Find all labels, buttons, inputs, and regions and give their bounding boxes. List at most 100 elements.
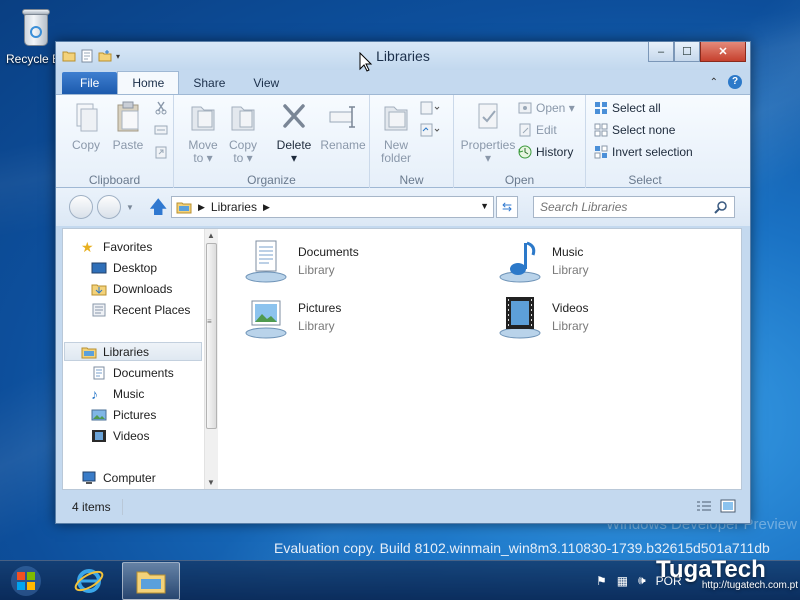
pictures-icon xyxy=(91,409,107,420)
title-bar[interactable]: ▾ Libraries – ☐ ✕ xyxy=(56,42,750,70)
copy-path-icon[interactable] xyxy=(154,123,168,137)
file-explorer-icon xyxy=(136,571,166,594)
nav-scrollbar[interactable]: ▲ ≡ ▼ xyxy=(204,229,218,489)
item-count: 4 items xyxy=(72,500,111,514)
pictures-library-icon xyxy=(245,300,287,339)
back-button[interactable] xyxy=(69,195,93,219)
select-all-icon xyxy=(595,102,607,114)
watermark-build: Evaluation copy. Build 8102.winmain_win8… xyxy=(274,540,770,556)
history-button[interactable]: History xyxy=(518,145,573,159)
tab-file[interactable]: File xyxy=(62,72,118,94)
group-label-clipboard: Clipboard xyxy=(88,173,141,187)
search-box[interactable] xyxy=(533,196,735,218)
nav-documents[interactable]: Documents xyxy=(91,363,174,382)
address-dropdown-icon[interactable]: ▼ xyxy=(480,201,489,211)
breadcrumb-libraries[interactable]: Libraries xyxy=(211,200,257,214)
paste-shortcut-icon[interactable] xyxy=(154,145,168,159)
edit-icon xyxy=(519,123,531,137)
new-item-icon[interactable] xyxy=(420,101,440,115)
new-folder-button[interactable]: New folder xyxy=(376,101,416,165)
taskbar-file-explorer[interactable] xyxy=(122,562,180,600)
documents-library-icon xyxy=(245,240,287,283)
taskbar-internet-explorer[interactable] xyxy=(60,562,118,600)
mouse-cursor-icon xyxy=(359,52,373,72)
refresh-button[interactable]: ⇆ xyxy=(496,196,518,218)
start-button[interactable] xyxy=(6,563,46,599)
flag-icon[interactable]: ⚑ xyxy=(596,574,607,588)
group-clipboard: Copy Paste Clipboard xyxy=(56,95,174,189)
copy-to-button[interactable]: Copy to ▾ xyxy=(223,101,263,165)
minimize-ribbon-icon[interactable]: ⌃ xyxy=(710,77,718,88)
nav-desktop[interactable]: Desktop xyxy=(91,258,157,277)
internet-explorer-icon xyxy=(74,569,104,593)
easy-access-icon[interactable] xyxy=(420,123,440,137)
downloads-icon xyxy=(91,284,107,295)
copy-icon xyxy=(76,103,98,132)
volume-icon[interactable]: 🕪 xyxy=(638,573,646,588)
search-input[interactable] xyxy=(534,197,704,217)
address-bar[interactable]: ▶ Libraries ▶ ▼ xyxy=(171,196,494,218)
edit-button[interactable]: Edit xyxy=(518,123,557,137)
invert-selection-button[interactable]: Invert selection xyxy=(594,145,693,159)
nav-libraries[interactable]: Libraries xyxy=(64,342,202,361)
nav-music[interactable]: ♪ Music xyxy=(91,384,144,403)
nav-pictures[interactable]: Pictures xyxy=(91,405,156,424)
tab-view[interactable]: View xyxy=(239,72,293,94)
videos-library-icon xyxy=(499,297,541,339)
library-music[interactable]: Music Library xyxy=(496,237,736,285)
search-icon[interactable] xyxy=(714,200,728,214)
properties-big-icon xyxy=(478,103,498,129)
computer-icon xyxy=(82,471,96,484)
maximize-button[interactable]: ☐ xyxy=(674,42,700,62)
breadcrumb-chevron-icon[interactable]: ▶ xyxy=(198,202,205,213)
nav-favorites[interactable]: ★ Favorites xyxy=(81,237,152,256)
paste-button[interactable]: Paste xyxy=(108,101,148,152)
large-icons-view-icon[interactable] xyxy=(720,499,736,513)
nav-recent-places[interactable]: Recent Places xyxy=(91,300,190,319)
window-title: Libraries xyxy=(376,48,430,64)
copy-button[interactable]: Copy xyxy=(66,101,106,152)
history-icon xyxy=(518,145,532,159)
rename-button[interactable]: Rename xyxy=(320,101,366,152)
move-to-icon xyxy=(191,106,215,131)
nav-computer[interactable]: Computer xyxy=(81,468,156,487)
scroll-down-icon[interactable]: ▼ xyxy=(207,478,215,487)
group-label-new: New xyxy=(399,173,424,187)
open-icon xyxy=(518,102,532,114)
select-none-button[interactable]: Select none xyxy=(594,123,675,137)
new-folder-big-icon xyxy=(384,106,408,131)
scroll-up-icon[interactable]: ▲ xyxy=(207,231,215,240)
recent-locations-dropdown-icon[interactable]: ▼ xyxy=(126,203,134,212)
cut-icon[interactable] xyxy=(154,101,168,115)
network-icon[interactable]: ▦ xyxy=(617,574,628,588)
properties-button[interactable]: Properties ▾ xyxy=(460,101,516,165)
library-videos[interactable]: Videos Library xyxy=(496,293,736,341)
star-icon: ★ xyxy=(81,238,94,255)
forward-button[interactable] xyxy=(97,195,121,219)
help-icon[interactable]: ? xyxy=(728,75,742,89)
close-button[interactable]: ✕ xyxy=(700,42,746,62)
select-all-button[interactable]: Select all xyxy=(594,101,661,115)
status-divider xyxy=(122,499,123,515)
open-button[interactable]: Open ▾ xyxy=(518,101,575,115)
main-area: ★ Favorites Desktop Downloads Recent Pla… xyxy=(62,228,742,490)
up-arrow-icon[interactable]: 🡅 xyxy=(149,197,168,217)
breadcrumb-chevron-icon[interactable]: ▶ xyxy=(263,202,270,213)
library-pictures[interactable]: Pictures Library xyxy=(242,293,482,341)
copy-to-icon xyxy=(231,106,255,131)
group-label-select: Select xyxy=(628,173,662,187)
group-open: Properties ▾ Open ▾ Edit History Open xyxy=(454,95,586,189)
group-new: New folder New xyxy=(370,95,454,189)
details-view-icon[interactable] xyxy=(696,499,712,513)
ribbon-tabs: File Home Share View ⌃ ? xyxy=(56,70,750,94)
scrollbar-thumb[interactable] xyxy=(206,243,217,429)
library-documents[interactable]: Documents Library xyxy=(242,237,482,285)
tab-home[interactable]: Home xyxy=(117,71,180,94)
select-none-icon xyxy=(594,123,608,137)
nav-videos[interactable]: Videos xyxy=(91,426,149,445)
tab-share[interactable]: Share xyxy=(179,72,239,94)
delete-button[interactable]: Delete ▾ xyxy=(274,101,314,165)
minimize-button[interactable]: – xyxy=(648,42,674,62)
nav-downloads[interactable]: Downloads xyxy=(91,279,172,298)
move-to-button[interactable]: Move to ▾ xyxy=(183,101,223,165)
